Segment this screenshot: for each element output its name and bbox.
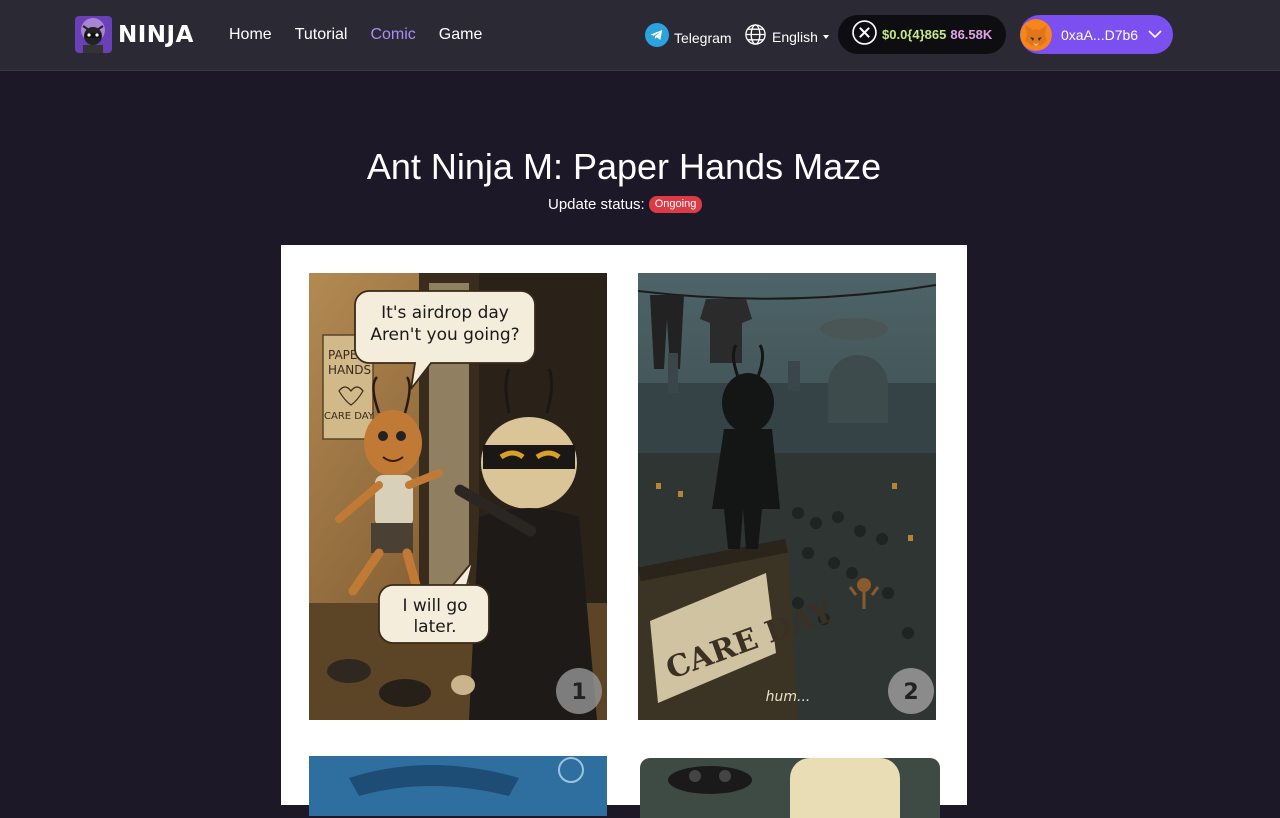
comic-panel-4[interactable]	[640, 758, 940, 818]
language-selector[interactable]: English	[744, 23, 829, 51]
nav-tutorial[interactable]: Tutorial	[295, 24, 348, 46]
language-label: English	[772, 29, 818, 45]
panel-number-1: 1	[571, 680, 586, 705]
sign-line-2: HANDS	[328, 363, 371, 377]
main-nav: Home Tutorial Comic Game	[229, 24, 505, 46]
status-label: Update status:	[548, 196, 645, 213]
comic-viewer: PAPER HANDS CARE DAY It's airdrop day Ar…	[281, 245, 967, 818]
metamask-fox-icon	[1020, 18, 1052, 51]
telegram-label: Telegram	[674, 29, 732, 46]
wallet-address: 0xaA...D7b6	[1061, 26, 1139, 43]
caret-down-icon	[822, 35, 829, 39]
panel-caption: hum...	[766, 689, 811, 705]
status-badge: Ongoing	[648, 196, 703, 213]
sign-line-3: CARE DAY	[324, 411, 375, 422]
comic-panel-3[interactable]	[309, 756, 607, 816]
telegram-link[interactable]: Telegram	[645, 23, 732, 52]
speech-bubble-top-line-1: It's airdrop day	[381, 303, 509, 323]
ninja-logo-icon	[75, 16, 112, 53]
nav-game[interactable]: Game	[439, 24, 483, 46]
chevron-down-icon	[1148, 26, 1162, 44]
nav-comic[interactable]: Comic	[370, 24, 415, 46]
update-status: Update status: Ongoing	[548, 196, 703, 213]
brand-logo[interactable]: NINJA	[75, 16, 194, 53]
token-volume: 86.58K	[950, 27, 993, 42]
comic-title: Ant Ninja M: Paper Hands Maze	[366, 146, 882, 187]
speech-bubble-bottom-line-1: I will go	[402, 596, 467, 616]
panel-number-2: 2	[903, 680, 918, 705]
brand-name: NINJA	[118, 21, 194, 48]
nav-home[interactable]: Home	[229, 24, 272, 46]
price-readout: $0.0{4}865 86.58K	[882, 27, 992, 42]
speech-bubble-bottom-line-2: later.	[413, 617, 456, 637]
speech-bubble-top-line-2: Aren't you going?	[370, 325, 519, 345]
wallet-button[interactable]: 0xaA...D7b6	[1020, 15, 1173, 54]
comic-panel-2[interactable]: CARE DAY hum... 2	[638, 273, 936, 720]
globe-icon	[744, 23, 767, 51]
x-token-icon	[852, 19, 877, 50]
token-price: $0.0{4}865	[882, 27, 947, 42]
telegram-icon	[645, 23, 669, 52]
top-header: NINJA Home Tutorial Comic Game Telegram …	[0, 0, 1280, 71]
token-price-pill[interactable]: $0.0{4}865 86.58K	[838, 15, 1006, 54]
comic-panel-1[interactable]: PAPER HANDS CARE DAY It's airdrop day Ar…	[309, 273, 607, 720]
